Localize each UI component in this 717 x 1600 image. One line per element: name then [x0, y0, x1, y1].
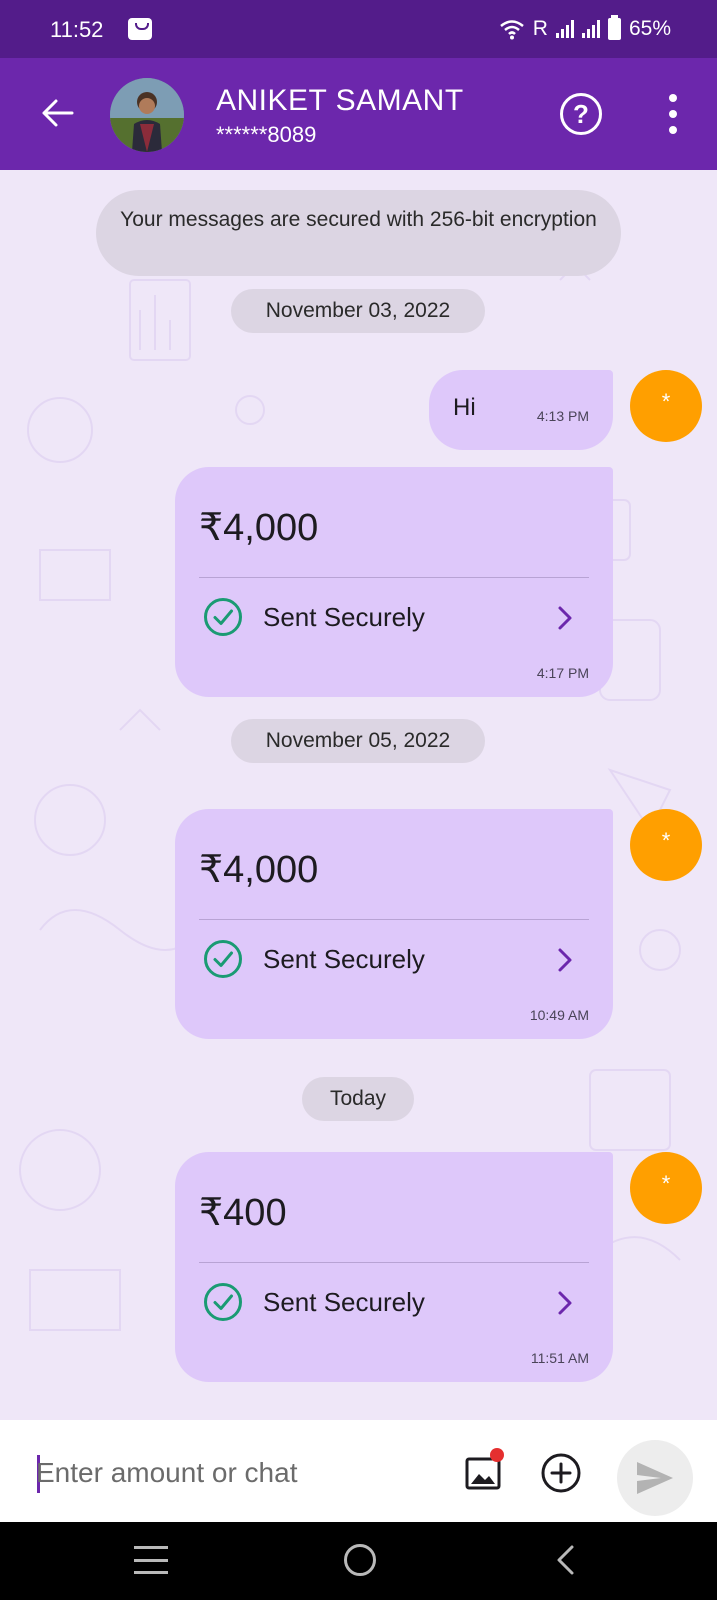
chat-input[interactable]: [36, 1448, 436, 1498]
status-time: 11:52: [50, 17, 104, 42]
payment-time: 10:49 AM: [529, 1007, 589, 1023]
home-button[interactable]: [344, 1544, 376, 1576]
divider: [199, 577, 589, 578]
payment-status: Sent Securely: [263, 602, 425, 632]
payment-bubble[interactable]: ₹400 Sent Securely 11:51 AM: [175, 1152, 613, 1382]
payment-amount: ₹4,000: [199, 507, 319, 549]
back-arrow-icon: [42, 99, 74, 127]
status-indicators: R 65%: [499, 15, 671, 43]
wifi-icon: [500, 20, 524, 40]
text-message-bubble[interactable]: Hi 4:13 PM: [429, 370, 613, 450]
payment-status: Sent Securely: [263, 1287, 425, 1317]
check-circle-icon: [204, 598, 242, 636]
chat-area[interactable]: Your messages are secured with 256-bit e…: [0, 170, 717, 1420]
contact-phone: ******8089: [216, 122, 317, 147]
battery-percentage: 65%: [628, 17, 671, 40]
divider: [199, 1262, 589, 1263]
message-text: Hi: [453, 394, 476, 421]
shopping-bag-icon: [128, 18, 152, 40]
payment-time: 11:51 AM: [530, 1350, 589, 1366]
chat-input-bar: [0, 1420, 717, 1522]
chevron-right-icon[interactable]: [555, 947, 575, 973]
nav-back-icon[interactable]: [550, 1544, 580, 1576]
sender-avatar: *: [630, 370, 702, 442]
message-time: 4:13 PM: [536, 408, 589, 424]
encryption-notice: Your messages are secured with 256-bit e…: [96, 190, 621, 276]
battery-icon: [607, 15, 621, 40]
sender-avatar: *: [630, 809, 702, 881]
payment-time: 4:17 PM: [536, 665, 589, 681]
divider: [199, 919, 589, 920]
contact-name[interactable]: ANIKET SAMANT: [216, 84, 464, 118]
date-separator: November 03, 2022: [231, 289, 485, 333]
more-options-button[interactable]: [660, 94, 686, 134]
date-separator: November 05, 2022: [231, 719, 485, 763]
back-button[interactable]: [34, 90, 80, 136]
payment-status: Sent Securely: [263, 944, 425, 974]
contact-avatar[interactable]: [110, 78, 184, 152]
recent-apps-button[interactable]: [134, 1546, 168, 1574]
notification-dot: [490, 1448, 504, 1462]
network-label: R: [532, 17, 548, 40]
payment-amount: ₹4,000: [199, 849, 319, 891]
signal-icon-2: [581, 20, 600, 38]
payment-bubble[interactable]: ₹4,000 Sent Securely 4:17 PM: [175, 467, 613, 697]
avatar-photo: [110, 78, 184, 152]
sender-avatar: *: [630, 1152, 702, 1224]
system-navigation-bar: [0, 1522, 717, 1600]
check-circle-icon: [204, 1283, 242, 1321]
signal-icon: [555, 20, 574, 38]
date-separator: Today: [302, 1077, 414, 1121]
payment-bubble[interactable]: ₹4,000 Sent Securely 10:49 AM: [175, 809, 613, 1039]
chat-header: ANIKET SAMANT ******8089 ?: [0, 58, 717, 170]
send-button[interactable]: [617, 1440, 693, 1516]
chevron-right-icon[interactable]: [555, 1290, 575, 1316]
help-icon: ?: [573, 98, 589, 129]
help-button[interactable]: ?: [560, 93, 602, 135]
status-bar: 11:52 R 65%: [0, 0, 717, 58]
add-circle-icon[interactable]: [540, 1452, 582, 1494]
check-circle-icon: [204, 940, 242, 978]
chevron-right-icon[interactable]: [555, 605, 575, 631]
payment-amount: ₹400: [199, 1192, 287, 1234]
send-icon: [637, 1462, 673, 1494]
